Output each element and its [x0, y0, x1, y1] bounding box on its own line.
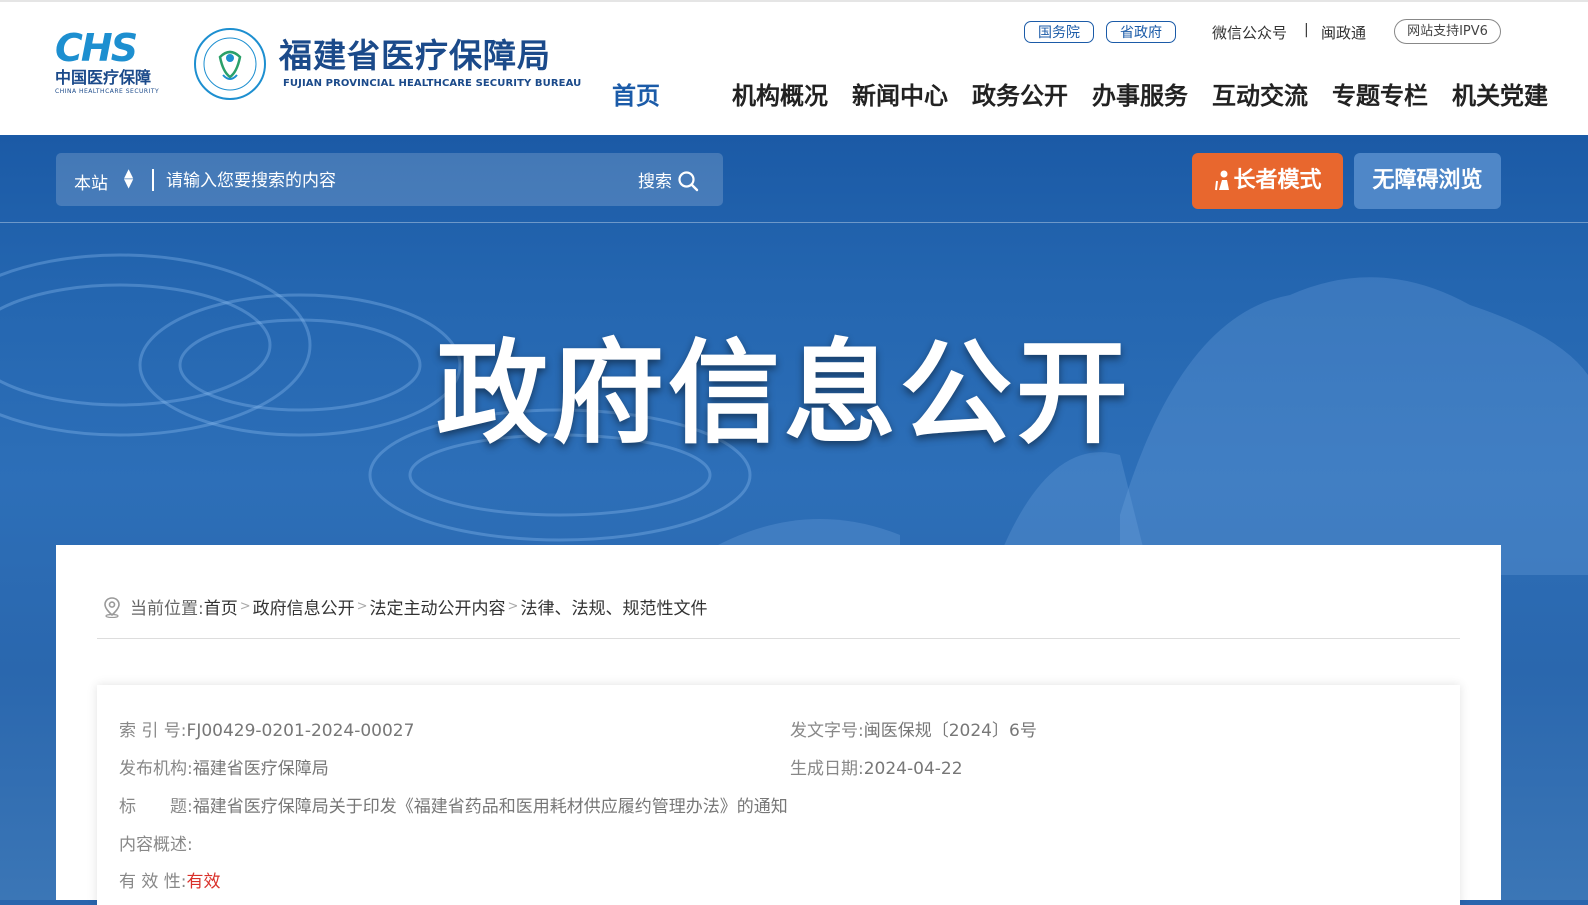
search-button-label: 搜索: [638, 172, 672, 192]
top-link-separator: |: [1304, 22, 1309, 38]
site-header: CHS 中国医疗保障 CHINA HEALTHCARE SECURITY 福建省…: [0, 0, 1588, 135]
title-row: 标 题:福建省医疗保障局关于印发《福建省药品和医用耗材供应履约管理办法》的通知: [119, 792, 788, 817]
date-label: 生成日期:: [790, 759, 864, 779]
chs-logo-cn: 中国医疗保障: [55, 68, 152, 87]
doc-number-value: 闽医保规〔2024〕6号: [863, 721, 1037, 741]
search-icon: [678, 171, 699, 192]
banner-divider: [0, 222, 1588, 223]
search-input[interactable]: [164, 163, 608, 199]
province-gov-link[interactable]: 省政府: [1106, 21, 1176, 43]
breadcrumb-gov-info[interactable]: 政府信息公开: [253, 594, 355, 619]
index-number-value: FJ00429-0201-2024-00027: [186, 721, 415, 741]
title-label: 标 题:: [119, 797, 193, 817]
validity-label: 有 效 性:: [119, 872, 187, 892]
doc-number-label: 发文字号:: [790, 721, 864, 741]
chs-logo-en: CHINA HEALTHCARE SECURITY: [55, 88, 160, 95]
location-pin-icon: [104, 596, 120, 618]
publisher-label: 发布机构:: [119, 759, 193, 779]
publisher-row: 发布机构:福建省医疗保障局: [119, 754, 329, 779]
nav-news[interactable]: 新闻中心: [852, 76, 972, 111]
state-council-link[interactable]: 国务院: [1024, 21, 1094, 43]
elder-mode-label: 长者模式: [1233, 168, 1322, 193]
date-value: 2024-04-22: [863, 759, 963, 779]
ipv6-badge: 网站支持IPV6: [1394, 19, 1501, 44]
chevron-right-icon: >: [507, 599, 519, 614]
wechat-link[interactable]: 微信公众号: [1212, 22, 1287, 43]
main-nav: 首页 机构概况 新闻中心 政务公开 办事服务 互动交流 专题专栏 机关党建: [612, 76, 1572, 111]
site-title: 福建省医疗保障局: [279, 36, 551, 75]
search-button[interactable]: 搜索: [638, 167, 699, 192]
search-bar: 本站 ▲▼ 搜索: [56, 153, 723, 206]
breadcrumb-label: 当前位置:: [130, 599, 204, 619]
elder-mode-button[interactable]: 长者模式: [1192, 153, 1343, 209]
nav-party[interactable]: 机关党建: [1452, 76, 1572, 111]
nav-home[interactable]: 首页: [612, 76, 732, 111]
chs-logo-mark: CHS: [55, 26, 138, 70]
chevron-right-icon: >: [239, 599, 251, 614]
nav-gov-affairs[interactable]: 政务公开: [972, 76, 1092, 111]
nav-organization[interactable]: 机构概况: [732, 76, 852, 111]
breadcrumb-home[interactable]: 首页: [204, 594, 238, 619]
chs-logo[interactable]: CHS 中国医疗保障 CHINA HEALTHCARE SECURITY: [55, 26, 167, 100]
document-info-box: 索 引 号:FJ00429-0201-2024-00027 发文字号:闽医保规〔…: [97, 685, 1460, 905]
elder-person-icon: [1215, 170, 1230, 191]
minzhengtong-link[interactable]: 闽政通: [1321, 22, 1366, 43]
index-number-label: 索 引 号:: [119, 721, 187, 741]
nav-topics[interactable]: 专题专栏: [1332, 76, 1452, 111]
chevron-right-icon: >: [356, 599, 368, 614]
title-value: 福建省医疗保障局关于印发《福建省药品和医用耗材供应履约管理办法》的通知: [192, 797, 788, 817]
validity-value: 有效: [186, 872, 221, 892]
publisher-value: 福建省医疗保障局: [192, 759, 329, 779]
sort-caret-icon[interactable]: ▲ ▼: [124, 167, 133, 189]
breadcrumb-divider: [97, 638, 1460, 639]
breadcrumb-statutory[interactable]: 法定主动公开内容: [370, 594, 506, 619]
summary-label: 内容概述:: [119, 835, 193, 855]
breadcrumb-laws[interactable]: 法律、法规、规范性文件: [520, 594, 707, 619]
nav-services[interactable]: 办事服务: [1092, 76, 1212, 111]
doc-number-row: 发文字号:闽医保规〔2024〕6号: [790, 716, 1037, 741]
breadcrumb: 当前位置: 首页 > 政府信息公开 > 法定主动公开内容 > 法律、法规、规范性…: [102, 594, 707, 619]
hero-title: 政府信息公开: [436, 329, 1132, 459]
search-scope-select[interactable]: 本站: [74, 169, 108, 194]
site-title-en: FUJIAN PROVINCIAL HEALTHCARE SECURITY BU…: [283, 78, 582, 89]
nav-interaction[interactable]: 互动交流: [1212, 76, 1332, 111]
index-number-row: 索 引 号:FJ00429-0201-2024-00027: [119, 716, 414, 741]
summary-row: 内容概述:: [119, 830, 193, 855]
search-divider: [152, 169, 154, 191]
content-panel: 当前位置: 首页 > 政府信息公开 > 法定主动公开内容 > 法律、法规、规范性…: [56, 545, 1501, 905]
bureau-seal-icon: [194, 28, 266, 100]
accessibility-button[interactable]: 无障碍浏览: [1354, 153, 1501, 209]
date-row: 生成日期:2024-04-22: [790, 754, 963, 779]
validity-row: 有 效 性:有效: [119, 867, 221, 892]
